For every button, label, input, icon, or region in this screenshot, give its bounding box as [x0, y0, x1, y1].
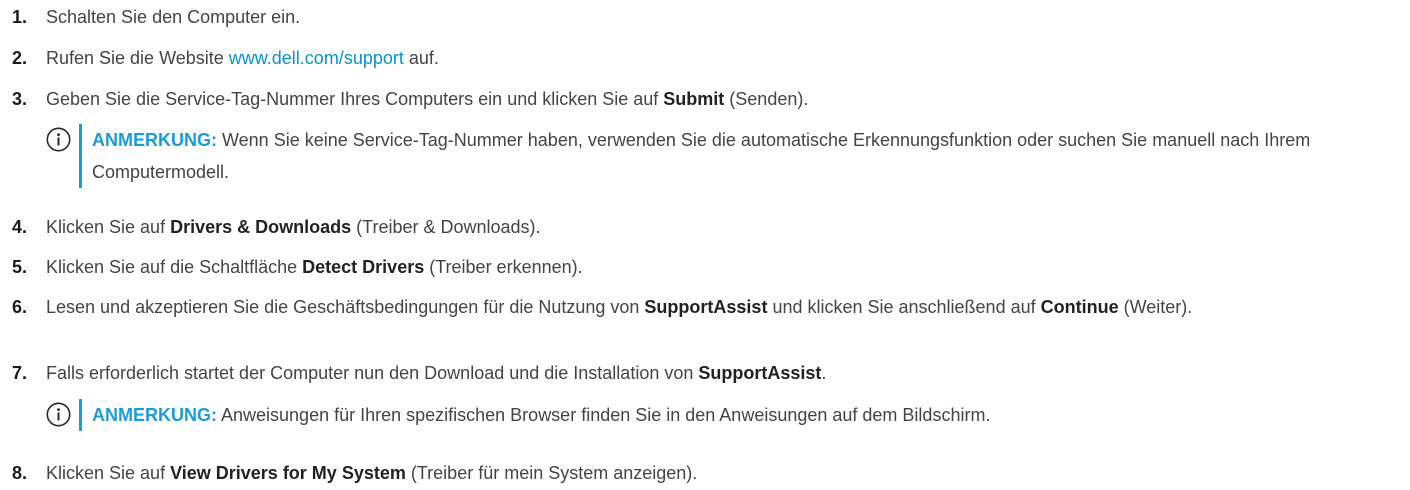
- step-text-part: Geben Sie die Service-Tag-Nummer Ihres C…: [46, 89, 664, 109]
- step-text-part: auf.: [403, 48, 439, 68]
- note-browser: ANMERKUNG: Anweisungen für Ihren spezifi…: [46, 399, 1391, 431]
- note-body: Anweisungen für Ihren spezifischen Brows…: [217, 405, 991, 425]
- step-number: 6.: [12, 297, 28, 317]
- step-bold-term: Submit: [663, 89, 725, 109]
- note-text: ANMERKUNG: Wenn Sie keine Service-Tag-Nu…: [92, 124, 1391, 188]
- instruction-steps: 1. Schalten Sie den Computer ein. 2. Ruf…: [0, 0, 1410, 490]
- step-1: 1. Schalten Sie den Computer ein.: [12, 4, 1410, 31]
- step-number: 8.: [12, 463, 28, 483]
- step-7: 7. Falls erforderlich startet der Comput…: [12, 360, 1410, 387]
- step-bold-term: SupportAssist: [698, 363, 822, 383]
- step-number: 4.: [12, 217, 28, 237]
- step-number: 2.: [12, 48, 28, 68]
- step-5: 5. Klicken Sie auf die Schaltfläche Dete…: [12, 254, 1410, 281]
- step-text-part: (Treiber für mein System anzeigen).: [405, 463, 698, 483]
- info-icon: [46, 127, 71, 152]
- step-3: 3. Geben Sie die Service-Tag-Nummer Ihre…: [12, 86, 1410, 113]
- info-icon: [46, 402, 71, 427]
- note-accent-bar: [79, 399, 82, 431]
- step-text-part: Klicken Sie auf: [46, 217, 171, 237]
- step-6: 6. Lesen und akzeptieren Sie die Geschäf…: [12, 294, 1410, 321]
- note-text: ANMERKUNG: Anweisungen für Ihren spezifi…: [92, 399, 1391, 431]
- step-text-part: und klicken Sie anschließend auf: [767, 297, 1041, 317]
- step-text-part: (Treiber erkennen).: [424, 257, 583, 277]
- step-4: 4. Klicken Sie auf Drivers & Downloads (…: [12, 214, 1410, 241]
- step-text: Falls erforderlich startet der Computer …: [46, 360, 1396, 387]
- step-text-part: (Weiter).: [1118, 297, 1193, 317]
- step-number: 7.: [12, 363, 28, 383]
- step-text: Klicken Sie auf Drivers & Downloads (Tre…: [46, 214, 1396, 241]
- step-text-part: Rufen Sie die Website: [46, 48, 229, 68]
- step-text-part: Falls erforderlich startet der Computer …: [46, 363, 699, 383]
- step-2: 2. Rufen Sie die Website www.dell.com/su…: [12, 45, 1410, 72]
- step-text: Klicken Sie auf View Drivers for My Syst…: [46, 460, 1396, 487]
- step-number: 1.: [12, 7, 28, 27]
- step-bold-term: View Drivers for My System: [170, 463, 406, 483]
- step-bold-term: Continue: [1040, 297, 1119, 317]
- step-text-part: (Senden).: [724, 89, 809, 109]
- step-text-part: Klicken Sie auf: [46, 463, 171, 483]
- step-number: 5.: [12, 257, 28, 277]
- dell-support-link[interactable]: www.dell.com/support: [229, 48, 404, 68]
- note-label: ANMERKUNG:: [92, 130, 217, 150]
- step-text: Rufen Sie die Website www.dell.com/suppo…: [46, 45, 1396, 72]
- note-body: Wenn Sie keine Service-Tag-Nummer haben,…: [92, 130, 1311, 182]
- step-text-part: .: [821, 363, 827, 383]
- step-bold-term: SupportAssist: [644, 297, 768, 317]
- step-text-part: (Treiber & Downloads).: [351, 217, 541, 237]
- step-text: Geben Sie die Service-Tag-Nummer Ihres C…: [46, 86, 1396, 113]
- note-label: ANMERKUNG:: [92, 405, 217, 425]
- step-text-part: Klicken Sie auf die Schaltfläche: [46, 257, 303, 277]
- step-text-part: Lesen und akzeptieren Sie die Geschäftsb…: [46, 297, 645, 317]
- step-bold-term: Drivers & Downloads: [170, 217, 352, 237]
- note-accent-bar: [79, 124, 82, 188]
- step-number: 3.: [12, 89, 28, 109]
- note-service-tag: ANMERKUNG: Wenn Sie keine Service-Tag-Nu…: [46, 124, 1391, 188]
- step-bold-term: Detect Drivers: [302, 257, 425, 277]
- step-text: Klicken Sie auf die Schaltfläche Detect …: [46, 254, 1396, 281]
- step-8: 8. Klicken Sie auf View Drivers for My S…: [12, 460, 1410, 487]
- step-text: Schalten Sie den Computer ein.: [46, 7, 301, 27]
- step-text: Lesen und akzeptieren Sie die Geschäftsb…: [46, 294, 1396, 321]
